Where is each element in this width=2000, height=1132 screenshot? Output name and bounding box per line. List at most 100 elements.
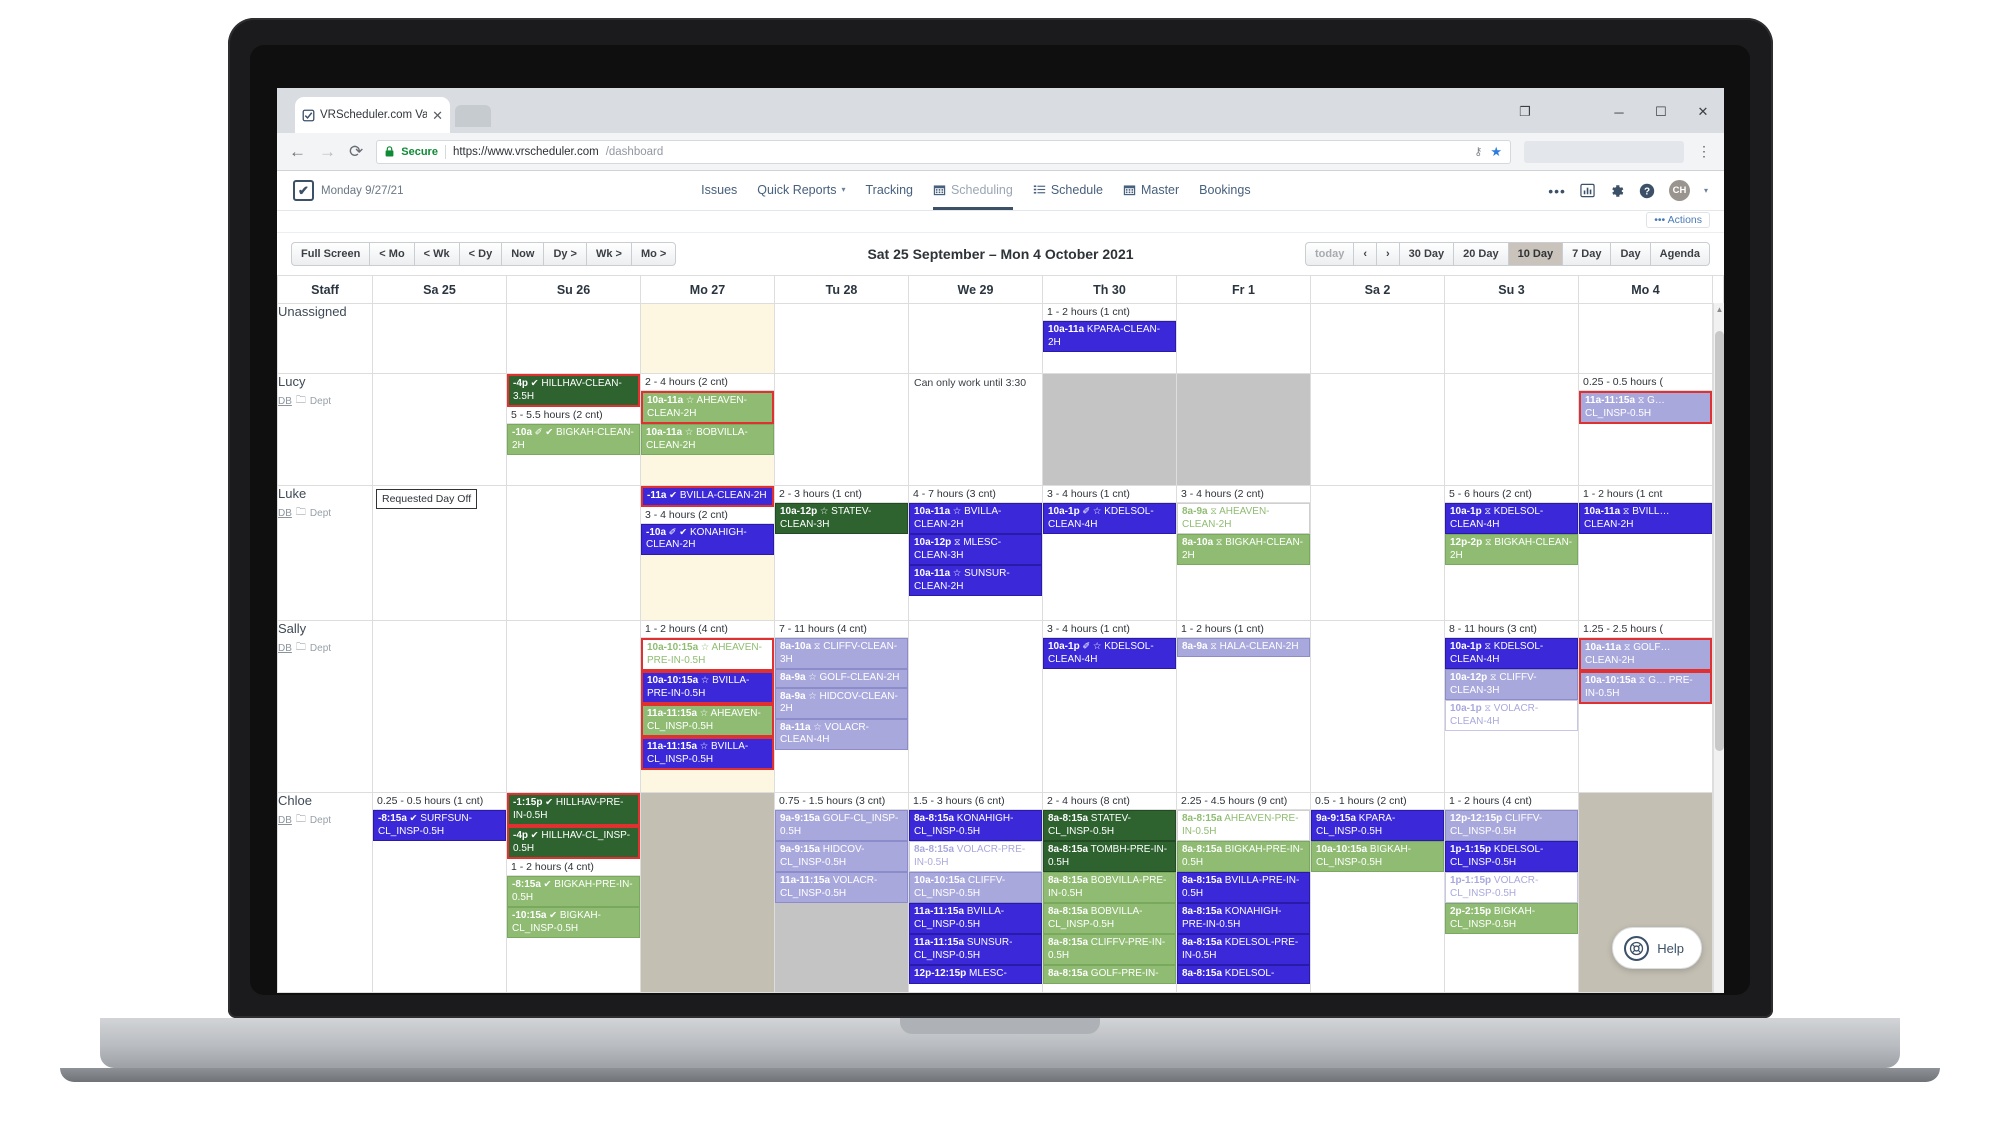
calendar-event[interactable]: -10a ✐ ✔ BIGKAH-CLEAN-2H [507, 424, 640, 455]
calendar-event[interactable]: 10a-10:15a ⧖ G… PRE-IN-0.5H [1579, 671, 1712, 704]
key-icon[interactable]: ⚷ [1474, 145, 1482, 158]
calendar-event[interactable]: 10a-10:15a CLIFFV-CL_INSP-0.5H [909, 872, 1042, 903]
window-maximize-button[interactable]: ☐ [1640, 100, 1682, 124]
calendar-event[interactable]: 8a-8:15a KDELSOL-PRE-IN-0.5H [1177, 934, 1310, 965]
calendar-event[interactable]: 1p-1:15p KDELSOL-CL_INSP-0.5H [1445, 841, 1578, 872]
tab-close-icon[interactable]: ✕ [432, 109, 443, 122]
calendar-event[interactable]: 8a-10a ⧖ BIGKAH-CLEAN-2H [1177, 534, 1310, 565]
calendar-cell[interactable] [1444, 373, 1579, 486]
browser-tab[interactable]: VRScheduler.com Vacatio ✕ [295, 97, 450, 133]
calendar-event[interactable]: 8a-9a ☆ HIDCOV-CLEAN-2H [775, 687, 908, 719]
nav-item-schedule[interactable]: Schedule [1033, 183, 1103, 199]
staff-cell-chloe[interactable]: Chloe DB 🗀 Dept [277, 792, 373, 993]
calendar-cell[interactable]: 0.25 - 0.5 hours (1 cnt) -8:15a ✔ SURFSUN… [372, 792, 507, 993]
calendar-cell[interactable]: 1 - 2 hours (1 cnt 10a-11a ⧖ BVILL… CLEAN… [1578, 485, 1713, 621]
calendar-day-header-sa-25[interactable]: Sa 25 [372, 275, 507, 304]
calendar-event[interactable]: 2p-2:15p BIGKAH-CL_INSP-0.5H [1445, 903, 1578, 934]
calendar-event[interactable]: -4p ✔ HILLHAV-CL_INSP-0.5H [507, 826, 640, 859]
calendar-cell[interactable]: 0.75 - 1.5 hours (3 cnt) 9a-9:15a GOLF-CL… [774, 792, 909, 993]
calendar-cell[interactable] [908, 303, 1043, 374]
calendar-event[interactable]: 9a-9:15a GOLF-CL_INSP-0.5H [775, 810, 908, 841]
nav-item-quick-reports[interactable]: Quick Reports ▾ [757, 183, 845, 199]
browser-extension-slot[interactable] [1524, 140, 1684, 163]
calendar-cell[interactable] [1042, 373, 1177, 486]
nav-item-bookings[interactable]: Bookings [1199, 183, 1250, 199]
calendar-event[interactable]: 10a-12p ⧖ CLIFFV-CLEAN-3H [1445, 669, 1578, 700]
calendar-event[interactable]: -4p ✔ HILLHAV-CLEAN-3.5H [507, 374, 640, 407]
calendar-event[interactable]: 10a-11a ☆ AHEAVEN-CLEAN-2H [641, 391, 774, 424]
calendar-event[interactable]: 9a-9:15a HIDCOV-CL_INSP-0.5H [775, 841, 908, 872]
calendar-event[interactable]: 8a-8:15a BOBVILLA-CL_INSP-0.5H [1043, 903, 1176, 934]
actions-button[interactable]: ••• Actions [1646, 212, 1710, 228]
calendar-event[interactable]: 10a-10:15a BIGKAH-CL_INSP-0.5H [1311, 841, 1444, 872]
calendar-event[interactable]: 8a-10a ⧖ CLIFFV-CLEAN-3H [775, 638, 908, 669]
calendar-event[interactable]: 8a-11a ☆ VOLACR-CLEAN-4H [775, 718, 908, 750]
today-button[interactable]: today [1304, 242, 1354, 266]
calendar-scroll-thumb[interactable] [1715, 331, 1724, 751]
calendar-event[interactable]: 8a-8:15a KONAHIGH-PRE-IN-0.5H [1177, 903, 1310, 934]
calendar-event[interactable]: 11a-11:15a ⧖ G… CL_INSP-0.5H [1579, 391, 1712, 424]
avatar[interactable]: CH [1668, 180, 1690, 201]
calendar-event[interactable]: 10a-11a ⧖ BVILL… CLEAN-2H [1579, 503, 1712, 534]
calendar-cell[interactable]: Can only work until 3:30 [908, 373, 1043, 486]
calendar-event[interactable]: 9a-9:15a KPARA-CL_INSP-0.5H [1311, 810, 1444, 841]
day-off-note[interactable]: Requested Day Off [376, 489, 478, 509]
calendar-cell[interactable] [1310, 303, 1445, 374]
view-7-day-button[interactable]: 7 Day [1562, 242, 1611, 266]
calendar-cell[interactable] [774, 303, 909, 374]
prev-week-button[interactable]: < Wk [413, 242, 459, 266]
calendar-cell[interactable]: 1 - 2 hours (4 cnt) 10a-10:15a ☆ AHEAVEN-… [640, 620, 775, 793]
calendar-cell[interactable] [372, 373, 507, 486]
calendar-event[interactable]: -1:15p ✔ HILLHAV-PRE-IN-0.5H [507, 793, 640, 826]
calendar-day-header-fr-1[interactable]: Fr 1 [1176, 275, 1311, 304]
calendar-event[interactable]: 11a-11:15a ☆ BVILLA-CL_INSP-0.5H [641, 737, 774, 770]
calendar-event[interactable]: 10a-11a ☆ BVILLA-CLEAN-2H [909, 503, 1042, 534]
calendar-event[interactable]: 8a-8:15a STATEV-CL_INSP-0.5H [1043, 810, 1176, 841]
calendar-cell[interactable]: -11a ✔ BVILLA-CLEAN-2H 3 - 4 hours (2 cnt… [640, 485, 775, 621]
calendar-cell[interactable] [506, 303, 641, 374]
calendar-event[interactable]: 8a-8:15a TOMBH-PRE-IN-0.5H [1043, 841, 1176, 872]
calendar-cell[interactable]: 2 - 3 hours (1 cnt) 10a-12p ☆ STATEV-CLEA… [774, 485, 909, 621]
calendar-event[interactable]: 8a-8:15a GOLF-PRE-IN- [1043, 965, 1176, 984]
calendar-event[interactable]: 10a-1p ✐ ☆ KDELSOL-CLEAN-4H [1043, 503, 1176, 534]
calendar-cell[interactable]: Requested Day Off [372, 485, 507, 621]
calendar-cell[interactable] [1310, 373, 1445, 486]
calendar-cell[interactable]: 1.5 - 3 hours (6 cnt) 8a-8:15a KONAHIGH-C… [908, 792, 1043, 993]
calendar-cell[interactable]: 0.5 - 1 hours (2 cnt) 9a-9:15a KPARA-CL_I… [1310, 792, 1445, 993]
staff-cell-lucy[interactable]: Lucy DB 🗀 Dept [277, 373, 373, 486]
staff-db-link[interactable]: DB [278, 396, 292, 407]
calendar-cell[interactable]: 8 - 11 hours (3 cnt) 10a-1p ⧖ KDELSOL-CLE… [1444, 620, 1579, 793]
calendar-event[interactable]: 8a-9a ☆ GOLF-CLEAN-2H [775, 669, 908, 688]
calendar-cell[interactable] [506, 485, 641, 621]
staff-cell-unassigned[interactable]: Unassigned [277, 303, 373, 374]
calendar-event[interactable]: 8a-9a ⧖ HALA-CLEAN-2H [1177, 638, 1310, 657]
calendar-event[interactable]: 10a-11a ⧖ GOLF… CLEAN-2H [1579, 638, 1712, 671]
calendar-event[interactable]: 8a-8:15a BIGKAH-PRE-IN-0.5H [1177, 841, 1310, 872]
calendar-event[interactable]: 12p-12:15p MLESC- [909, 965, 1042, 984]
calendar-cell[interactable] [1578, 303, 1713, 374]
calendar-event[interactable]: 12p-12:15p CLIFFV-CL_INSP-0.5H [1445, 810, 1578, 841]
browser-menu-icon[interactable]: ⋮ [1697, 143, 1712, 160]
calendar-cell[interactable]: 4 - 7 hours (3 cnt) 10a-11a ☆ BVILLA-CLEA… [908, 485, 1043, 621]
calendar-event[interactable]: 10a-10:15a ☆ BVILLA-PRE-IN-0.5H [641, 671, 774, 704]
calendar-cell[interactable]: 0.25 - 0.5 hours (11a-11:15a ⧖ G… CL_INS… [1578, 373, 1713, 486]
calendar-cell[interactable] [372, 303, 507, 374]
calendar-day-header-mo-27[interactable]: Mo 27 [640, 275, 775, 304]
address-bar[interactable]: Secure https://www.vrscheduler.com/dashb… [376, 139, 1511, 164]
calendar-event[interactable]: 11a-11:15a VOLACR-CL_INSP-0.5H [775, 872, 908, 903]
calendar-cell[interactable]: 1.25 - 2.5 hours (10a-11a ⧖ GOLF… CLEAN-… [1578, 620, 1713, 793]
prev-month-button[interactable]: < Mo [369, 242, 414, 266]
calendar-event[interactable]: 8a-8:15a BVILLA-PRE-IN-0.5H [1177, 872, 1310, 903]
calendar-cell[interactable]: -4p ✔ HILLHAV-CLEAN-3.5H 5 - 5.5 hours (2… [506, 373, 641, 486]
calendar-event[interactable]: -11a ✔ BVILLA-CLEAN-2H [641, 486, 774, 507]
calendar-event[interactable]: 8a-8:15a CLIFFV-PRE-IN-0.5H [1043, 934, 1176, 965]
nav-item-tracking[interactable]: Tracking [866, 183, 913, 199]
calendar-event[interactable]: -10a ✐ ✔ KONAHIGH-CLEAN-2H [641, 523, 774, 555]
calendar-event[interactable]: 10a-1p ⧖ KDELSOL-CLEAN-4H [1445, 638, 1578, 669]
calendar-event[interactable]: -8:15a ✔ BIGKAH-PRE-IN-0.5H [507, 876, 640, 907]
calendar-event[interactable]: 10a-11a ☆ BOBVILLA-CLEAN-2H [641, 424, 774, 455]
view-day-button[interactable]: Day [1610, 242, 1650, 266]
staff-db-link[interactable]: DB [278, 643, 292, 654]
calendar-event[interactable]: 11a-11:15a BVILLA-CL_INSP-0.5H [909, 903, 1042, 934]
calendar-event[interactable]: 8a-8:15a VOLACR-PRE-IN-0.5H [909, 841, 1042, 872]
